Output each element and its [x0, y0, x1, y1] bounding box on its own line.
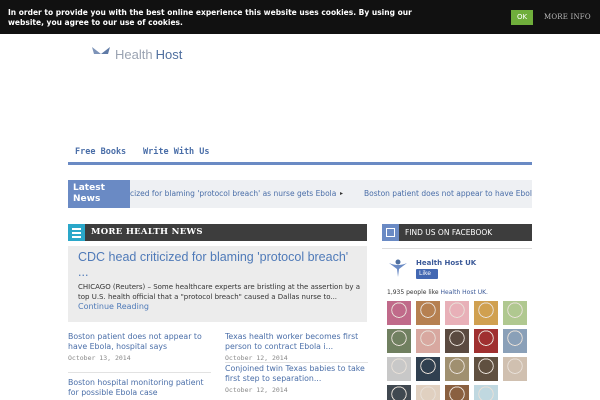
avatar[interactable]: [445, 329, 469, 353]
list-item: Conjoined twin Texas babies to take firs…: [225, 364, 370, 394]
avatar[interactable]: [416, 329, 440, 353]
health-host-page-logo-icon[interactable]: [387, 257, 409, 279]
section-title: MORE HEALTH NEWS: [91, 227, 203, 237]
featured-article: CDC head criticized for blaming 'protoco…: [68, 246, 367, 322]
facebook-like-button[interactable]: Like: [416, 269, 438, 279]
continue-reading-link[interactable]: Continue Reading: [78, 302, 149, 311]
like-count-page-link[interactable]: Health Host UK.: [441, 289, 488, 296]
divider: [68, 372, 211, 373]
nav-item-write-with-us[interactable]: Write With Us: [143, 147, 210, 157]
avatar[interactable]: [416, 301, 440, 325]
facebook-widget-title: FIND US ON FACEBOOK: [405, 228, 493, 237]
article-title[interactable]: Boston hospital monitoring patient for p…: [68, 378, 213, 398]
article-date: October 13, 2014: [68, 354, 131, 362]
avatar[interactable]: [387, 329, 411, 353]
latest-news-ticker: Latest News cized for blaming 'protocol …: [68, 180, 532, 208]
logo-text-health: Health: [115, 46, 153, 62]
article-title[interactable]: Boston patient does not appear to have E…: [68, 332, 213, 352]
ticker-label: Latest News: [68, 180, 130, 208]
ticker-item[interactable]: cized for blaming 'protocol breach' as n…: [130, 186, 336, 202]
avatar[interactable]: [387, 385, 411, 400]
avatar[interactable]: [503, 301, 527, 325]
featured-article-excerpt: CHICAGO (Reuters) – Some healthcare expe…: [78, 283, 361, 301]
avatar[interactable]: [474, 385, 498, 400]
article-title[interactable]: Conjoined twin Texas babies to take firs…: [225, 364, 370, 384]
nav-item-free-books[interactable]: Free Books: [75, 147, 126, 157]
ticker-item[interactable]: Boston patient does not appear to have E…: [364, 186, 532, 202]
avatar[interactable]: [387, 301, 411, 325]
facebook-like-count: 1,935 people like Health Host UK.: [387, 289, 488, 296]
list-item: Boston patient does not appear to have E…: [68, 332, 213, 362]
avatar[interactable]: [445, 301, 469, 325]
cookie-ok-button[interactable]: OK: [511, 10, 533, 25]
cookie-message: In order to provide you with the best on…: [8, 8, 412, 27]
featured-article-title[interactable]: CDC head criticized for blaming 'protoco…: [78, 250, 358, 280]
more-health-news-header: MORE HEALTH NEWS: [68, 224, 367, 241]
site-logo[interactable]: Health Host: [90, 44, 182, 64]
cookie-bar: In order to provide you with the best on…: [0, 0, 600, 34]
avatar[interactable]: [445, 385, 469, 400]
avatar[interactable]: [445, 357, 469, 381]
facebook-widget-header: FIND US ON FACEBOOK: [382, 224, 532, 241]
article-date: October 12, 2014: [225, 386, 288, 394]
article-date: October 12, 2014: [225, 354, 288, 362]
butterfly-logo-icon: [92, 47, 110, 61]
cookie-more-info-link[interactable]: MORE INFO: [544, 13, 591, 21]
page: In order to provide you with the best on…: [0, 0, 600, 400]
avatar[interactable]: [474, 329, 498, 353]
avatar[interactable]: [416, 357, 440, 381]
main-navigation: Free Books Write With Us: [68, 145, 532, 165]
avatar[interactable]: [503, 329, 527, 353]
like-count-text: 1,935 people like: [387, 289, 439, 296]
avatar[interactable]: [474, 301, 498, 325]
ticker-items: cized for blaming 'protocol breach' as n…: [130, 180, 532, 208]
logo-text-host: Host: [155, 46, 183, 62]
avatar[interactable]: [416, 385, 440, 400]
avatar[interactable]: [387, 357, 411, 381]
divider: [225, 362, 368, 363]
facebook-icon: [382, 224, 399, 241]
avatar[interactable]: [503, 357, 527, 381]
list-icon: [68, 224, 85, 241]
facebook-page-name[interactable]: Health Host UK: [416, 259, 476, 267]
list-item: Boston hospital monitoring patient for p…: [68, 378, 213, 398]
avatar[interactable]: [474, 357, 498, 381]
article-title[interactable]: Texas health worker becomes first person…: [225, 332, 370, 352]
ticker-separator-icon: ▸: [340, 190, 344, 197]
facebook-like-box: Health Host UK Like 1,935 people like He…: [382, 248, 532, 400]
list-item: Texas health worker becomes first person…: [225, 332, 370, 362]
